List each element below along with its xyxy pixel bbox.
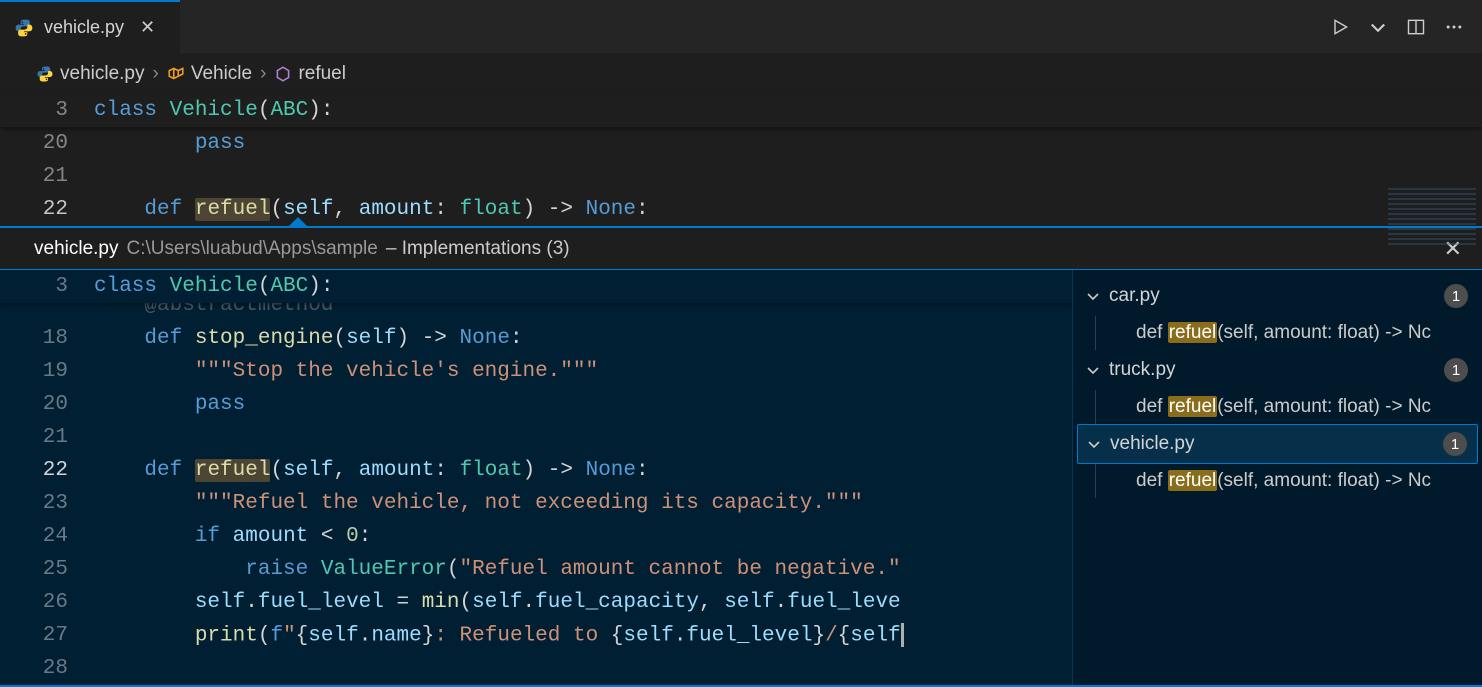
python-file-icon	[36, 65, 54, 83]
peek-header: vehicle.py C:\Users\luabud\Apps\sample –…	[0, 228, 1482, 270]
code-line[interactable]: 18 def stop_engine(self) -> None:	[0, 322, 1072, 355]
count-badge: 1	[1444, 284, 1468, 308]
sticky-scroll-line[interactable]: 3 class Vehicle(ABC):	[0, 94, 1482, 127]
code-line[interactable]: 22 def refuel(self, amount: float) -> No…	[0, 454, 1072, 487]
tree-file-item[interactable]: vehicle.py 1	[1077, 424, 1478, 464]
class-symbol-icon	[167, 65, 185, 83]
tree-file-item[interactable]: truck.py 1	[1073, 350, 1482, 390]
count-badge: 1	[1444, 358, 1468, 382]
chevron-right-icon: ›	[153, 63, 159, 85]
code-line[interactable]: 25 raise ValueError("Refuel amount canno…	[0, 553, 1072, 586]
chevron-down-icon	[1085, 362, 1101, 378]
editor-tab[interactable]: vehicle.py ✕	[0, 0, 180, 53]
peek-title-path: C:\Users\luabud\Apps\sample	[127, 238, 378, 260]
code-line[interactable]: 26 self.fuel_level = min(self.fuel_capac…	[0, 586, 1072, 619]
python-file-icon	[14, 18, 34, 38]
peek-title-file: vehicle.py	[34, 238, 119, 260]
chevron-down-icon	[1085, 288, 1101, 304]
tab-filename: vehicle.py	[44, 17, 124, 38]
editor[interactable]: 3 class Vehicle(ABC): 20 pass 21 22 def …	[0, 94, 1482, 226]
peek-title-suffix: – Implementations (3)	[386, 238, 570, 260]
code-line[interactable]: 21	[0, 160, 1482, 193]
sticky-scroll-line[interactable]: 3 class Vehicle(ABC):	[0, 270, 1072, 303]
peek-indicator-icon	[288, 217, 308, 227]
peek-editor[interactable]: 3 class Vehicle(ABC): @abstractmethod 18…	[0, 270, 1072, 685]
tree-reference-item[interactable]: def refuel(self, amount: float) -> Nc	[1095, 316, 1482, 350]
chevron-down-icon	[1086, 436, 1102, 452]
peek-view: vehicle.py C:\Users\luabud\Apps\sample –…	[0, 226, 1482, 687]
code-line[interactable]: 22 def refuel(self, amount: float) -> No…	[0, 193, 1482, 226]
method-symbol-icon	[274, 65, 292, 83]
code-line[interactable]: 24 if amount < 0:	[0, 520, 1072, 553]
run-button[interactable]	[1330, 17, 1350, 37]
more-actions-icon[interactable]	[1444, 17, 1464, 37]
peek-reference-tree: car.py 1 def refuel(self, amount: float)…	[1072, 270, 1482, 685]
code-line[interactable]: 23 """Refuel the vehicle, not exceeding …	[0, 487, 1072, 520]
code-line[interactable]: 19 """Stop the vehicle's engine."""	[0, 355, 1072, 388]
code-line[interactable]: 28	[0, 652, 1072, 685]
editor-actions	[1330, 0, 1482, 53]
tab-close-icon[interactable]: ✕	[140, 17, 155, 38]
tree-reference-item[interactable]: def refuel(self, amount: float) -> Nc	[1095, 464, 1482, 498]
tab-bar: vehicle.py ✕	[0, 0, 1482, 54]
tree-file-item[interactable]: car.py 1	[1073, 276, 1482, 316]
breadcrumb: vehicle.py › Vehicle › refuel	[0, 54, 1482, 94]
code-line[interactable]: 27 print(f"{self.name}: Refueled to {sel…	[0, 619, 1072, 652]
code-line[interactable]: 20 pass	[0, 388, 1072, 421]
code-line[interactable]: 21	[0, 421, 1072, 454]
run-dropdown-icon[interactable]	[1368, 17, 1388, 37]
breadcrumb-method[interactable]: refuel	[274, 63, 346, 85]
breadcrumb-class[interactable]: Vehicle	[167, 63, 252, 85]
chevron-right-icon: ›	[260, 63, 266, 85]
breadcrumb-file[interactable]: vehicle.py	[36, 63, 145, 85]
count-badge: 1	[1443, 432, 1467, 456]
tree-reference-item[interactable]: def refuel(self, amount: float) -> Nc	[1095, 390, 1482, 424]
split-editor-icon[interactable]	[1406, 17, 1426, 37]
code-line[interactable]: 20 pass	[0, 127, 1482, 160]
